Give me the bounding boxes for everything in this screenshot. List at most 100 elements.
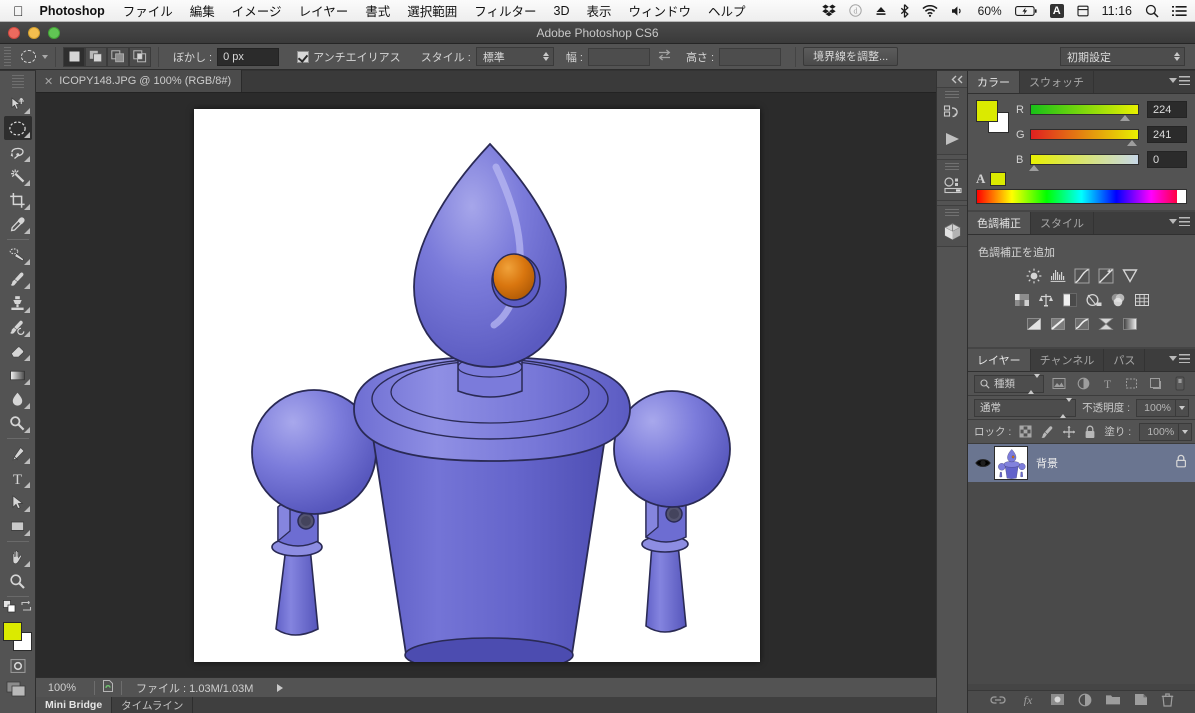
mini-bridge-icon[interactable] — [937, 172, 968, 198]
lock-all-icon[interactable] — [1084, 423, 1096, 441]
hue-saturation-icon[interactable] — [1013, 291, 1030, 308]
layer-thumbnail[interactable] — [994, 446, 1028, 480]
new-adjustment-layer-icon[interactable] — [1078, 693, 1092, 712]
history-icon[interactable] — [937, 100, 968, 126]
lock-transparent-pixels-icon[interactable] — [1019, 423, 1032, 441]
channel-slider-b[interactable] — [1029, 154, 1139, 171]
tab-channels[interactable]: チャンネル — [1031, 349, 1105, 371]
channel-value-b[interactable]: 0 — [1147, 151, 1187, 168]
default-colors-icon[interactable] — [2, 600, 16, 618]
levels-icon[interactable] — [1049, 267, 1066, 284]
actions-play-icon[interactable] — [937, 126, 968, 152]
color-lookup-icon[interactable] — [1133, 291, 1150, 308]
bluetooth-icon[interactable] — [900, 3, 909, 18]
new-layer-icon[interactable] — [1134, 693, 1148, 711]
menu-item-layer[interactable]: レイヤー — [299, 1, 349, 20]
spot-healing-brush-tool[interactable] — [4, 243, 32, 267]
filter-power-icon[interactable] — [1171, 375, 1189, 393]
invert-icon[interactable] — [1025, 315, 1042, 332]
blend-mode-select[interactable]: 通常 — [974, 397, 1077, 418]
menu-item-type[interactable]: 書式 — [365, 1, 390, 20]
layer-row-background[interactable]: 背景 — [968, 444, 1195, 482]
lasso-tool[interactable] — [4, 140, 32, 164]
document-profile-icon[interactable] — [101, 679, 115, 696]
eraser-tool[interactable] — [4, 339, 32, 363]
lock-image-pixels-icon[interactable] — [1040, 423, 1054, 441]
type-tool[interactable]: T — [4, 466, 32, 490]
pen-tool[interactable] — [4, 442, 32, 466]
eject-icon[interactable] — [875, 5, 887, 17]
tab-styles[interactable]: スタイル — [1031, 212, 1094, 234]
curves-icon[interactable] — [1073, 267, 1090, 284]
panel-menu-icon[interactable] — [1169, 354, 1190, 363]
hand-tool[interactable] — [4, 545, 32, 569]
tab-swatches[interactable]: スウォッチ — [1020, 71, 1094, 93]
eye-icon[interactable] — [972, 457, 994, 469]
channel-value-g[interactable]: 241 — [1147, 126, 1187, 143]
bottom-tab-timeline[interactable]: タイムライン — [112, 697, 194, 713]
out-of-gamut-swatch[interactable] — [990, 172, 1007, 186]
tool-preset-chevron-down-icon[interactable] — [42, 54, 48, 59]
layer-style-fx-icon[interactable]: fx — [1019, 693, 1037, 711]
delete-layer-icon[interactable] — [1161, 692, 1174, 712]
color-balance-icon[interactable] — [1037, 291, 1054, 308]
document-canvas[interactable] — [194, 109, 760, 662]
lock-icon[interactable] — [1175, 454, 1187, 473]
antialias-checkbox-box[interactable] — [297, 50, 310, 63]
brightness-contrast-icon[interactable] — [1025, 267, 1042, 284]
feather-input[interactable]: 0 px — [217, 47, 280, 66]
dock-grip[interactable] — [945, 209, 959, 216]
posterize-icon[interactable] — [1049, 315, 1066, 332]
style-select[interactable]: 標準 — [475, 47, 554, 66]
tab-color[interactable]: カラー — [968, 71, 1020, 93]
add-layer-mask-icon[interactable] — [1050, 693, 1065, 711]
gradient-map-icon[interactable] — [1121, 315, 1138, 332]
foreground-color-swatch[interactable] — [2, 622, 22, 641]
opacity-stepper-chevron-down-icon[interactable] — [1176, 398, 1189, 417]
adjustment-filter-icon[interactable] — [1074, 375, 1092, 393]
channel-slider-r[interactable] — [1030, 104, 1139, 121]
fill-input[interactable]: 100% — [1139, 422, 1180, 441]
channel-slider-handle-b[interactable] — [1029, 165, 1039, 171]
document-tab[interactable]: ✕ ICOPY148.JPG @ 100% (RGB/8#) — [36, 70, 243, 92]
crop-tool[interactable] — [4, 188, 32, 212]
notification-center-icon[interactable] — [1172, 5, 1187, 17]
wifi-icon[interactable] — [922, 4, 938, 17]
lock-position-icon[interactable] — [1062, 423, 1076, 441]
zoom-tool[interactable] — [4, 569, 32, 593]
close-icon[interactable]: ✕ — [44, 75, 53, 88]
rectangle-shape-tool[interactable] — [4, 514, 32, 538]
add-to-selection-button[interactable] — [85, 46, 107, 67]
type-filter-icon[interactable]: T — [1098, 375, 1116, 393]
eyedropper-tool[interactable] — [4, 212, 32, 236]
menu-item-help[interactable]: ヘルプ — [708, 1, 746, 20]
threshold-icon[interactable] — [1073, 315, 1090, 332]
search-icon[interactable] — [1145, 4, 1159, 18]
menu-item-3d[interactable]: 3D — [554, 4, 570, 18]
dock-grip[interactable] — [945, 91, 959, 98]
width-input[interactable] — [587, 47, 650, 66]
screen-mode-button[interactable] — [0, 680, 35, 698]
magic-wand-tool[interactable] — [4, 164, 32, 188]
menu-item-window[interactable]: ウィンドウ — [629, 1, 692, 20]
dodge-tool[interactable] — [4, 411, 32, 435]
channel-mixer-icon[interactable] — [1109, 291, 1126, 308]
subtract-from-selection-button[interactable] — [107, 46, 129, 67]
bottom-tab-mini-bridge[interactable]: Mini Bridge — [36, 697, 113, 713]
layer-filter-select[interactable]: 種類 — [974, 373, 1044, 394]
apple-logo-icon[interactable]:  — [13, 4, 24, 18]
elliptical-marquee-tool[interactable] — [3, 116, 32, 140]
clone-stamp-tool[interactable] — [4, 291, 32, 315]
brush-tool[interactable] — [4, 267, 32, 291]
layers-list[interactable]: 背景 — [968, 444, 1195, 684]
panel-menu-icon[interactable] — [1169, 217, 1190, 226]
color-spectrum-ramp[interactable] — [976, 189, 1187, 204]
black-white-icon[interactable] — [1061, 291, 1078, 308]
exposure-icon[interactable] — [1097, 267, 1114, 284]
channel-slider-handle-r[interactable] — [1120, 115, 1131, 121]
height-input[interactable] — [719, 47, 782, 66]
refine-edge-button[interactable]: 境界線を調整... — [803, 47, 899, 66]
quick-mask-button[interactable] — [0, 658, 35, 674]
antialias-checkbox[interactable]: アンチエイリアス — [297, 49, 401, 65]
swap-colors-icon[interactable] — [20, 600, 33, 618]
